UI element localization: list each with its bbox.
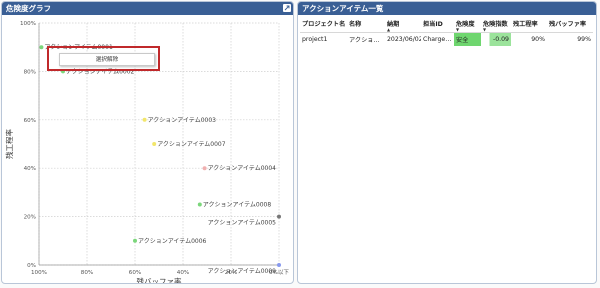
context-menu-deselect[interactable]: 選択解除: [59, 53, 155, 66]
data-point: [133, 238, 137, 243]
y-axis-label: 残工程率: [4, 129, 14, 159]
y-tick-label: 100%: [20, 21, 36, 27]
x-tick-label: 100%: [31, 270, 47, 276]
y-tick-label: 80%: [24, 69, 36, 75]
cell-remaining-work: 90%: [511, 32, 547, 46]
cell-due-date: 2023/06/02: [385, 32, 421, 46]
data-point-label: アクションアイテム0008: [203, 202, 272, 209]
table-header-row: プロジェクト名 名称 納期 ▲ 担当ID 危険度 ▼ 危険指数 ▼ 残工程率 残バッフ…: [300, 16, 593, 33]
data-point: [277, 214, 281, 219]
action-item-panel: アクションアイテム一覧 プロジェクト名 名称 納期 ▲ 担当ID 危険度 ▼ 危険指…: [297, 1, 597, 284]
risk-graph-header: 危険度グラフ: [2, 2, 293, 15]
sort-asc-icon: ▲: [387, 27, 391, 32]
cell-remaining-buffer: 99%: [547, 32, 593, 46]
cell-project: project1: [300, 32, 347, 46]
deselect-menu-item[interactable]: 選択解除: [96, 57, 118, 63]
action-item-table: プロジェクト名 名称 納期 ▲ 担当ID 危険度 ▼ 危険指数 ▼ 残工程率 残バッフ…: [300, 16, 593, 46]
table-row[interactable]: project1 アクショ… 2023/06/02 Charge… 安全 -0.…: [300, 32, 593, 46]
action-item-header: アクションアイテム一覧: [298, 2, 596, 15]
x-tick-label: 80%: [81, 270, 93, 276]
risk-graph-panel: 危険度グラフ 100% 80% 60% 40% 20% 0%以下 0% 20% 40% 60% 80…: [1, 1, 294, 284]
col-due-date[interactable]: 納期 ▲: [385, 16, 421, 33]
col-project-name[interactable]: プロジェクト名: [300, 16, 347, 33]
data-point-label: アクションアイテム0007: [157, 141, 226, 148]
x-tick-label: 60%: [129, 270, 141, 276]
data-point: [277, 263, 281, 267]
data-point-label: アクションアイテム0006: [138, 238, 207, 245]
expand-icon[interactable]: [283, 4, 291, 12]
col-risk-index[interactable]: 危険指数 ▼: [481, 16, 511, 33]
sort-desc-icon: ▼: [483, 27, 487, 32]
col-owner-id[interactable]: 担当ID: [421, 16, 454, 33]
x-tick-label: 40%: [177, 270, 189, 276]
y-tick-label: 60%: [24, 118, 36, 124]
col-name[interactable]: 名称: [347, 16, 385, 33]
x-axis-label: 残バッファ率: [137, 276, 182, 283]
risk-badge: 安全: [454, 32, 481, 46]
action-item-title: アクションアイテム一覧: [302, 4, 384, 13]
cell-owner: Charge…: [421, 32, 454, 46]
y-tick-label: 0%: [27, 263, 36, 269]
data-point: [202, 166, 207, 171]
col-risk[interactable]: 危険度 ▼: [454, 16, 481, 33]
data-point-label: アクションアイテム0009: [208, 268, 277, 275]
col-remaining-buffer[interactable]: 残バッファ率: [547, 16, 593, 33]
data-point: [197, 202, 202, 207]
data-point: [152, 142, 157, 146]
cell-risk-index: -0.09: [481, 32, 511, 46]
col-remaining-work[interactable]: 残工程率: [511, 16, 547, 33]
data-point-label: アクションアイテム0005: [208, 220, 277, 227]
risk-graph-title: 危険度グラフ: [6, 4, 51, 13]
data-point: [142, 117, 147, 122]
sort-desc-icon: ▼: [456, 27, 460, 32]
y-tick-label: 20%: [24, 215, 36, 221]
y-tick-label: 40%: [24, 166, 36, 172]
cell-name: アクショ…: [347, 32, 385, 46]
data-point-label: アクションアイテム0003: [148, 117, 217, 124]
data-point-label: アクションアイテム0004: [208, 165, 277, 172]
data-point: [39, 45, 44, 50]
